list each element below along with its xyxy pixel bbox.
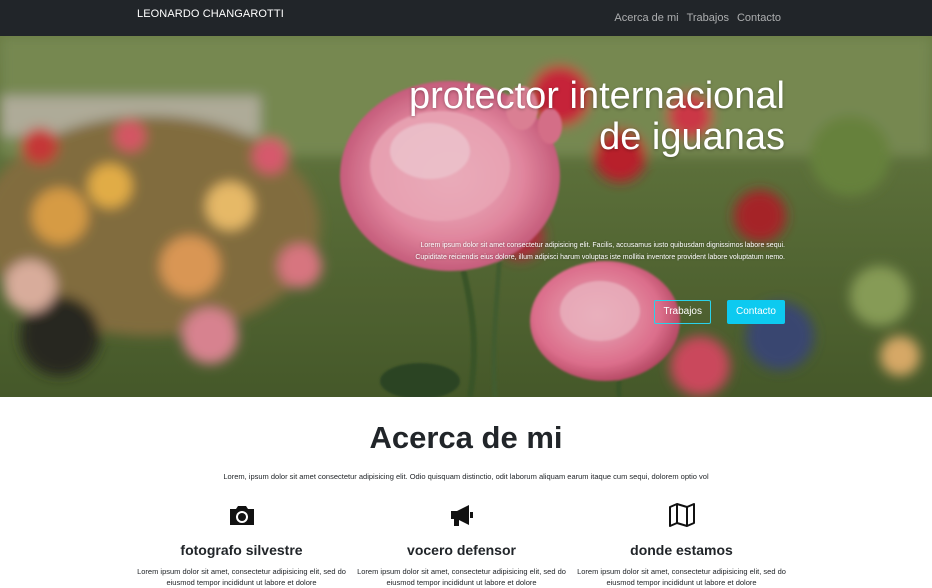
hero-section: protector internacional de iguanas Lorem… (0, 36, 932, 397)
feature-text: Lorem ipsum dolor sit amet, consectetur … (137, 567, 346, 587)
navbar: LEONARDO CHANGAROTTI Acerca de mi Trabaj… (0, 0, 932, 36)
feature-title: fotografo silvestre (180, 542, 303, 558)
contacto-button[interactable]: Contacto (726, 300, 785, 324)
hero-description: Lorem ipsum dolor sit amet consectetur a… (415, 242, 785, 261)
trabajos-button[interactable]: Trabajos (654, 300, 711, 324)
feature-spokesperson: vocero defensor Lorem ipsum dolor sit am… (354, 502, 569, 588)
nav-links: Acerca de mi Trabajos Contacto (614, 12, 781, 24)
map-icon (668, 503, 695, 527)
hero-title: protector internacional de iguanas (409, 75, 785, 158)
about-title: Acerca de mi (369, 420, 563, 455)
feature-text: Lorem ipsum dolor sit amet, consectetur … (577, 567, 786, 587)
camera-icon (229, 506, 254, 525)
about-description: Lorem, ipsum dolor sit amet consectetur … (223, 472, 709, 481)
brand-link[interactable]: LEONARDO CHANGAROTTI (137, 8, 284, 20)
feature-location: donde estamos Lorem ipsum dolor sit amet… (574, 502, 789, 588)
feature-photographer: fotografo silvestre Lorem ipsum dolor si… (134, 502, 349, 588)
nav-link-acerca[interactable]: Acerca de mi (614, 12, 678, 24)
feature-title: donde estamos (630, 542, 733, 558)
feature-text: Lorem ipsum dolor sit amet, consectetur … (357, 567, 566, 587)
nav-link-trabajos[interactable]: Trabajos (687, 12, 729, 24)
nav-link-contacto[interactable]: Contacto (737, 12, 781, 24)
megaphone-icon (450, 505, 473, 526)
feature-title: vocero defensor (407, 542, 516, 558)
